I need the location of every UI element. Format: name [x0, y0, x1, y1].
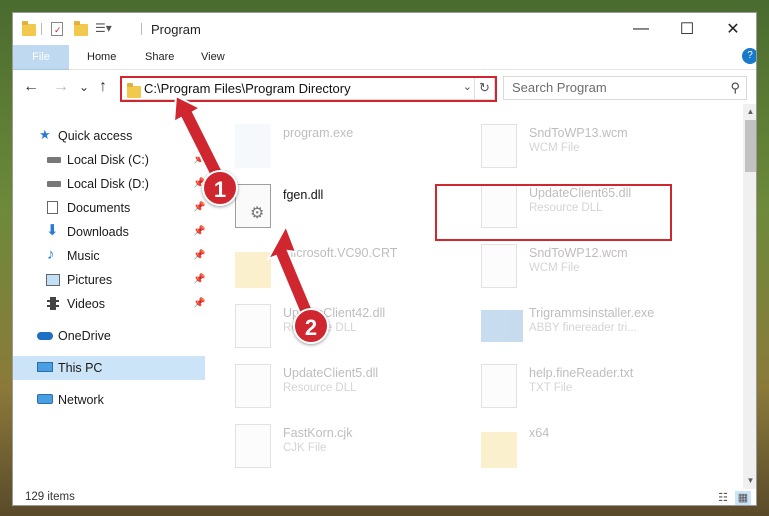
sidebar-item-music[interactable]: ♪ Music 📌 — [13, 244, 205, 268]
scroll-thumb[interactable] — [745, 120, 756, 172]
maximize-button[interactable]: ☐ — [664, 13, 710, 45]
download-icon: ⬇ — [46, 222, 59, 239]
file-item[interactable]: UpdateClient42.dll Resource DLL — [227, 298, 467, 354]
file-item[interactable]: UpdateClient5.dll Resource DLL — [227, 358, 467, 414]
fgen-highlight-box — [435, 184, 672, 241]
dll-file-icon: ⚙ — [235, 184, 271, 228]
sidebar-item-quick-access[interactable]: ★ Quick access — [13, 124, 205, 148]
customize-toolbar-icon[interactable]: ☰▾ — [95, 21, 112, 37]
pin-icon[interactable]: 📌 — [193, 244, 205, 268]
documents-icon — [47, 201, 58, 214]
large-icons-view-icon[interactable]: ▦ — [735, 491, 751, 505]
network-icon — [37, 394, 53, 404]
installer-file-icon — [481, 310, 523, 342]
scroll-up-icon[interactable]: ▲ — [743, 104, 756, 120]
properties-icon[interactable]: ✓ — [51, 22, 63, 36]
step-badge-2: 2 — [293, 308, 329, 344]
drive-icon — [47, 181, 61, 187]
navigation-pane: ★ Quick access Local Disk (C:) 📌 Local D… — [13, 104, 217, 489]
file-item-fgen-dll[interactable]: ⚙ fgen.dll — [227, 178, 467, 234]
scroll-down-icon[interactable]: ▼ — [743, 473, 756, 489]
status-bar: 129 items ☷ ▦ — [13, 489, 756, 505]
sidebar-item-documents[interactable]: Documents 📌 — [13, 196, 205, 220]
document-file-icon — [481, 244, 517, 288]
back-button[interactable]: ← — [23, 78, 39, 96]
music-icon: ♪ — [47, 246, 55, 263]
recent-locations-button[interactable]: ⌄ — [79, 80, 89, 94]
search-input[interactable] — [512, 80, 712, 95]
dll-file-icon — [235, 304, 271, 348]
document-file-icon — [235, 424, 271, 468]
dll-file-icon — [235, 364, 271, 408]
file-item[interactable]: program.exe — [227, 118, 467, 174]
sidebar-item-videos[interactable]: Videos 📌 — [13, 292, 205, 316]
sidebar-item-onedrive[interactable]: OneDrive — [13, 324, 205, 348]
folder-icon — [21, 21, 37, 37]
videos-icon — [47, 297, 59, 310]
pictures-icon — [46, 274, 60, 286]
title-bar: ✓ ☰▾ Program — ☐ ✕ — [13, 13, 756, 45]
star-icon: ★ — [39, 127, 51, 142]
pin-icon[interactable]: 📌 — [193, 292, 205, 316]
search-icon[interactable]: ⚲ — [730, 80, 740, 96]
exe-file-icon — [235, 124, 271, 168]
file-item[interactable]: SndToWP13.wcm WCM File — [473, 118, 713, 174]
divider — [41, 23, 42, 35]
up-button[interactable]: ↑ — [99, 78, 107, 96]
file-item[interactable]: Microsoft.VC90.CRT — [227, 238, 467, 294]
tab-home[interactable]: Home — [73, 45, 130, 70]
help-icon[interactable]: ? — [742, 48, 756, 64]
sidebar-item-network[interactable]: Network — [13, 388, 205, 412]
cloud-icon — [37, 332, 53, 340]
address-highlight-box — [120, 76, 497, 102]
forward-button[interactable]: → — [53, 78, 69, 96]
search-box[interactable]: ⚲ — [503, 76, 747, 100]
file-item[interactable]: FastKorn.cjk CJK File — [227, 418, 467, 474]
pin-icon[interactable]: 📌 — [193, 268, 205, 292]
sidebar-item-pictures[interactable]: Pictures 📌 — [13, 268, 205, 292]
file-item[interactable]: Trigrammsinstaller.exe ABBY finereader t… — [473, 298, 713, 354]
divider — [141, 23, 142, 35]
drive-icon — [47, 157, 61, 163]
document-file-icon — [481, 124, 517, 168]
details-view-icon[interactable]: ☷ — [715, 491, 731, 505]
pin-icon[interactable]: 📌 — [193, 220, 205, 244]
pin-icon[interactable]: 📌 — [193, 148, 205, 172]
pc-icon — [37, 362, 53, 372]
folder-icon — [235, 252, 271, 288]
sidebar-item-local-disk-d[interactable]: Local Disk (D:) 📌 — [13, 172, 205, 196]
item-count: 129 items — [25, 491, 75, 503]
file-item[interactable]: help.fineReader.txt TXT File — [473, 358, 713, 414]
gear-icon: ⚙ — [250, 205, 265, 222]
vertical-scrollbar[interactable]: ▲ ▼ — [743, 104, 756, 489]
step-badge-1: 1 — [202, 170, 238, 206]
tab-share[interactable]: Share — [131, 45, 188, 70]
sidebar-item-this-pc[interactable]: This PC — [13, 356, 205, 380]
file-list: program.exe SndToWP13.wcm WCM File ⚙ fge… — [217, 104, 743, 489]
close-button[interactable]: ✕ — [710, 13, 756, 45]
pin-icon[interactable]: 📌 — [193, 196, 205, 220]
file-item[interactable]: x64 — [473, 418, 713, 474]
window-title: Program — [151, 22, 201, 37]
file-item[interactable]: SndToWP12.wcm WCM File — [473, 238, 713, 294]
sidebar-item-local-disk-c[interactable]: Local Disk (C:) 📌 — [13, 148, 205, 172]
text-file-icon — [481, 364, 517, 408]
explorer-window: ✓ ☰▾ Program — ☐ ✕ File Home Share View … — [12, 12, 757, 506]
folder-icon — [481, 432, 517, 468]
tab-view[interactable]: View — [187, 45, 239, 70]
sidebar-item-downloads[interactable]: ⬇ Downloads 📌 — [13, 220, 205, 244]
new-folder-icon[interactable] — [73, 21, 89, 37]
ribbon-tabs: File Home Share View ⌄ ? — [13, 45, 756, 101]
minimize-button[interactable]: — — [618, 13, 664, 45]
